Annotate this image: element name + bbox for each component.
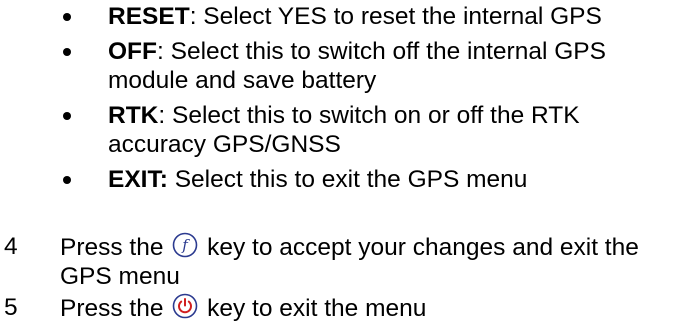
list-item-text: RTK: Select this to switch on or off the… — [108, 101, 683, 159]
bullet-dot — [63, 48, 71, 56]
gps-menu-options-list: RESET: Select YES to reset the internal … — [0, 2, 691, 200]
step-prefix: Press the — [60, 295, 164, 322]
step-text: Press the key to exit the menu — [60, 293, 680, 323]
option-description: : Select this to switch on or off the RT… — [108, 102, 580, 158]
option-description: Select this to exit the GPS menu — [167, 166, 528, 193]
bullet-dot — [63, 176, 71, 184]
list-item: EXIT: Select this to exit the GPS menu — [0, 165, 691, 194]
option-description: : Select YES to reset the internal GPS — [189, 3, 602, 30]
step-number: 5 — [4, 294, 18, 321]
list-item: OFF: Select this to switch off the inter… — [0, 37, 691, 95]
option-term: RESET — [108, 3, 190, 30]
list-item-text: EXIT: Select this to exit the GPS menu — [108, 165, 683, 194]
option-term: OFF — [108, 38, 157, 65]
function-key-icon: f — [172, 232, 198, 258]
step-text: Press the f key to accept your changes a… — [60, 232, 680, 291]
option-description: : Select this to switch off the internal… — [108, 38, 606, 94]
bullet-dot — [63, 112, 71, 120]
option-term: EXIT: — [108, 166, 168, 193]
power-key-icon — [172, 293, 198, 319]
list-item: RTK: Select this to switch on or off the… — [0, 101, 691, 159]
list-item-text: RESET: Select YES to reset the internal … — [108, 2, 683, 31]
step-prefix: Press the — [60, 234, 164, 261]
list-item-text: OFF: Select this to switch off the inter… — [108, 37, 683, 95]
svg-text:f: f — [182, 236, 191, 254]
bullet-dot — [63, 13, 71, 21]
step-number: 4 — [4, 233, 18, 260]
step-suffix: key to exit the menu — [207, 295, 427, 322]
list-item: RESET: Select YES to reset the internal … — [0, 2, 691, 31]
option-term: RTK — [108, 102, 159, 129]
